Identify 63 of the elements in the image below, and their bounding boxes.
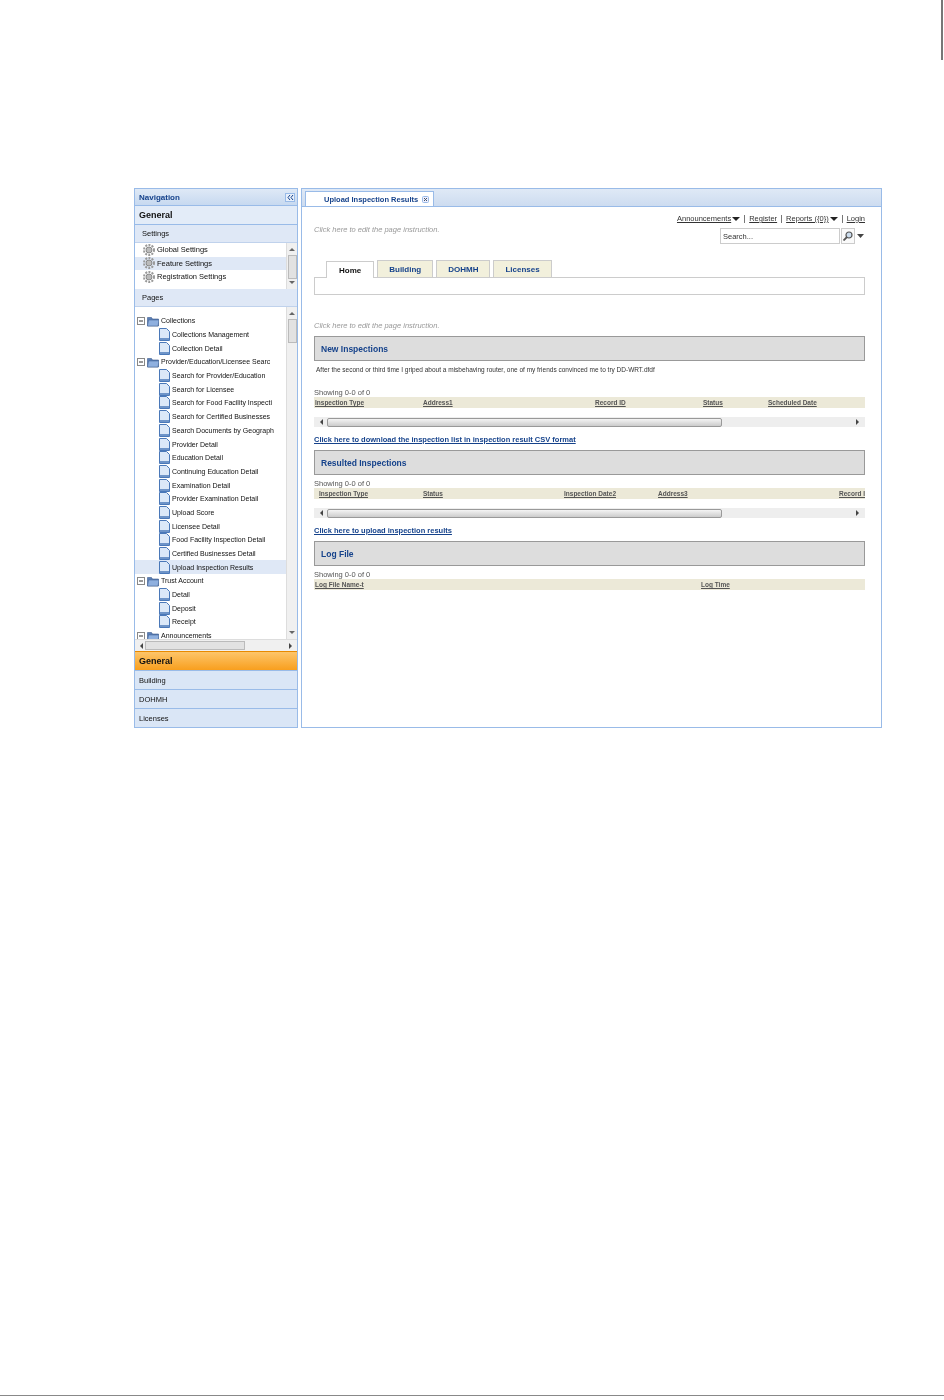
accordion-header[interactable]: General — [135, 651, 297, 670]
folder-icon — [147, 355, 159, 368]
page-icon — [159, 382, 170, 396]
scroll-thumb[interactable] — [287, 319, 297, 343]
caret-icon[interactable] — [829, 215, 838, 222]
scroll-thumb[interactable] — [327, 508, 722, 518]
close-icon[interactable] — [422, 195, 430, 203]
tab[interactable]: Licenses — [493, 260, 552, 277]
panel-title: Navigation — [139, 192, 180, 202]
page-icon — [159, 451, 170, 465]
scroll-down-icon[interactable] — [288, 629, 296, 637]
collapse-box-icon[interactable] — [137, 631, 145, 639]
tab[interactable]: Home — [326, 261, 375, 278]
page-icon — [159, 437, 170, 451]
caret-icon[interactable] — [732, 215, 741, 222]
gear-icon — [143, 270, 155, 283]
page-icon — [159, 341, 170, 355]
collapse-box-icon[interactable] — [137, 576, 145, 585]
scroll-right-icon[interactable] — [854, 418, 862, 426]
gear-icon — [143, 257, 155, 270]
page-icon — [159, 492, 170, 506]
scrollbar[interactable] — [135, 639, 297, 651]
scrollbar[interactable] — [286, 243, 297, 289]
search-icon — [843, 231, 853, 241]
folder-icon — [147, 314, 159, 327]
page-icon — [159, 423, 170, 437]
scroll-right-icon[interactable] — [854, 509, 862, 517]
collapse-icon[interactable] — [285, 192, 295, 202]
page-icon — [159, 547, 170, 561]
page-icon — [159, 328, 170, 342]
section-header: Resulted Inspections — [314, 450, 865, 475]
scroll-up-icon[interactable] — [288, 245, 296, 253]
page-icon — [159, 533, 170, 547]
caret-icon — [857, 233, 864, 239]
scroll-thumb[interactable] — [145, 641, 245, 650]
search-button[interactable] — [841, 228, 855, 244]
scrollbar[interactable] — [286, 307, 297, 639]
tab[interactable]: DOHMH — [436, 260, 491, 277]
page-icon — [159, 601, 170, 615]
scroll-thumb[interactable] — [327, 417, 722, 427]
page-icon — [159, 560, 170, 574]
scroll-thumb[interactable] — [287, 255, 297, 279]
section-header: Log File — [314, 541, 865, 566]
collapse-box-icon[interactable] — [137, 316, 145, 325]
folder-icon — [147, 574, 159, 587]
scroll-right-icon[interactable] — [287, 641, 295, 650]
section-header: General — [135, 206, 297, 225]
gear-icon — [143, 243, 155, 256]
section-header: New Inspections — [314, 336, 865, 361]
page-icon — [159, 478, 170, 492]
page-icon — [159, 588, 170, 602]
page-icon — [159, 410, 170, 424]
scrollbar[interactable] — [314, 417, 865, 427]
page-icon — [159, 615, 170, 629]
page-icon — [159, 464, 170, 478]
scroll-up-icon[interactable] — [288, 309, 296, 317]
scrollbar[interactable] — [314, 508, 865, 518]
page-icon — [159, 519, 170, 533]
page-icon — [159, 369, 170, 383]
tab[interactable]: Building — [377, 260, 434, 277]
page-icon — [159, 396, 170, 410]
collapse-box-icon[interactable] — [137, 357, 145, 366]
page-icon — [159, 505, 170, 519]
